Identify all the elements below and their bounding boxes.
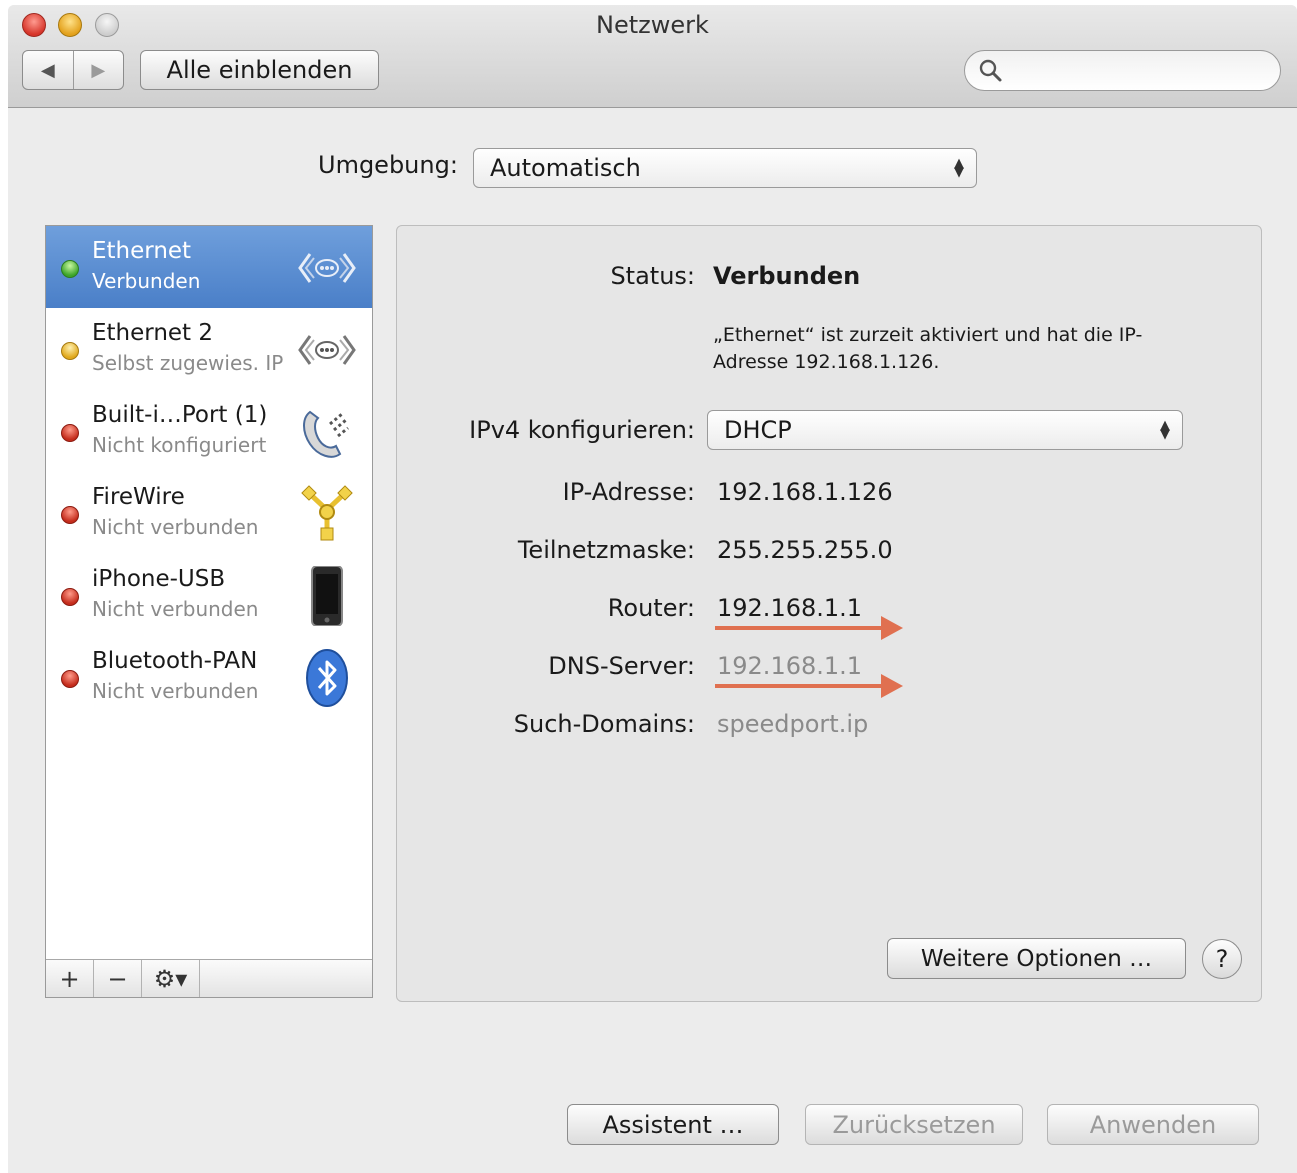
- modem-phone-icon: [303, 410, 349, 458]
- list-item-built-in-port[interactable]: Built-i…Port (1) Nicht konfiguriert: [46, 390, 372, 472]
- bluetooth-icon: [306, 649, 348, 707]
- add-service-button[interactable]: +: [46, 960, 94, 997]
- more-options-button[interactable]: Weitere Optionen …: [887, 938, 1186, 979]
- status-dot-green-icon: [61, 260, 79, 278]
- help-button[interactable]: ?: [1202, 939, 1242, 979]
- service-name: FireWire: [92, 484, 185, 510]
- location-popup[interactable]: Automatisch ▲ ▼: [473, 148, 977, 188]
- location-value: Automatisch: [490, 154, 641, 182]
- service-status: Nicht verbunden: [92, 679, 259, 703]
- action-gear-menu-button[interactable]: ⚙▾: [142, 960, 200, 997]
- search-field[interactable]: [964, 50, 1281, 91]
- list-item-firewire[interactable]: FireWire Nicht verbunden: [46, 472, 372, 554]
- toolbar: Netzwerk ◀ ▶ Alle einblenden: [8, 5, 1297, 108]
- list-item-ethernet-2[interactable]: Ethernet 2 Selbst zugewies. IP: [46, 308, 372, 390]
- firewire-icon: [301, 485, 353, 541]
- search-domains-value: speedport.ip: [717, 710, 869, 738]
- show-all-button[interactable]: Alle einblenden: [140, 50, 379, 90]
- service-name: Ethernet 2: [92, 320, 214, 346]
- ipv4-config-label: IPv4 konfigurieren:: [469, 416, 695, 444]
- service-name: Built-i…Port (1): [92, 402, 268, 428]
- forward-arrow-icon: ▶: [91, 59, 106, 81]
- status-dot-yellow-icon: [61, 342, 79, 360]
- apply-button[interactable]: Anwenden: [1047, 1104, 1259, 1145]
- service-status: Selbst zugewies. IP: [92, 351, 284, 375]
- revert-button[interactable]: Zurücksetzen: [805, 1104, 1023, 1145]
- service-list: Ethernet Verbunden Ethernet 2 Selbst zug…: [45, 225, 373, 998]
- location-label: Umgebung:: [318, 151, 458, 179]
- service-name: Ethernet: [92, 238, 192, 264]
- ipv4-config-popup[interactable]: DHCP ▲ ▼: [707, 410, 1183, 450]
- back-arrow-icon: ◀: [40, 59, 55, 81]
- service-list-toolbar: + − ⚙▾: [46, 959, 372, 997]
- subnet-mask-label: Teilnetzmaske:: [517, 536, 695, 564]
- back-button[interactable]: ◀: [23, 51, 73, 89]
- ip-address-label: IP-Adresse:: [562, 478, 695, 506]
- status-description: „Ethernet“ ist zurzeit aktiviert und hat…: [713, 324, 1143, 373]
- service-status: Nicht konfiguriert: [92, 433, 267, 457]
- iphone-icon: [311, 566, 343, 626]
- subnet-mask-value: 255.255.255.0: [717, 536, 893, 564]
- window-title: Netzwerk: [596, 11, 709, 39]
- list-item-ethernet[interactable]: Ethernet Verbunden: [46, 226, 372, 308]
- ethernet-icon: [298, 335, 356, 365]
- status-dot-red-icon: [61, 424, 79, 442]
- service-name: Bluetooth-PAN: [92, 648, 258, 674]
- search-icon: [979, 59, 1002, 82]
- list-item-bluetooth-pan[interactable]: Bluetooth-PAN Nicht verbunden: [46, 636, 372, 718]
- service-name: iPhone-USB: [92, 566, 226, 592]
- back-forward-control: ◀ ▶: [22, 50, 124, 90]
- annotation-arrow-icon: [715, 616, 903, 640]
- ipv4-config-value: DHCP: [724, 416, 792, 444]
- router-label: Router:: [607, 594, 695, 622]
- status-label: Status:: [610, 262, 695, 290]
- list-item-iphone-usb[interactable]: iPhone-USB Nicht verbunden: [46, 554, 372, 636]
- search-domains-label: Such-Domains:: [513, 710, 695, 738]
- service-detail-panel: Status: Verbunden „Ethernet“ ist zurzeit…: [396, 225, 1262, 1002]
- service-status: Nicht verbunden: [92, 597, 259, 621]
- service-status: Nicht verbunden: [92, 515, 259, 539]
- status-dot-red-icon: [61, 588, 79, 606]
- dns-server-label: DNS-Server:: [548, 652, 695, 680]
- forward-button[interactable]: ▶: [72, 51, 124, 89]
- status-dot-red-icon: [61, 506, 79, 524]
- assistant-button[interactable]: Assistent …: [567, 1104, 779, 1145]
- popup-arrows-icon: ▲ ▼: [1160, 418, 1170, 442]
- status-value: Verbunden: [713, 262, 861, 290]
- network-preferences-window: Netzwerk ◀ ▶ Alle einblenden Umgebung: A…: [8, 5, 1297, 1173]
- annotation-arrow-icon: [715, 674, 903, 698]
- ethernet-icon: [298, 253, 356, 283]
- status-dot-red-icon: [61, 670, 79, 688]
- service-status: Verbunden: [92, 269, 201, 293]
- popup-arrows-icon: ▲ ▼: [954, 156, 964, 180]
- ip-address-value: 192.168.1.126: [717, 478, 893, 506]
- remove-service-button[interactable]: −: [94, 960, 142, 997]
